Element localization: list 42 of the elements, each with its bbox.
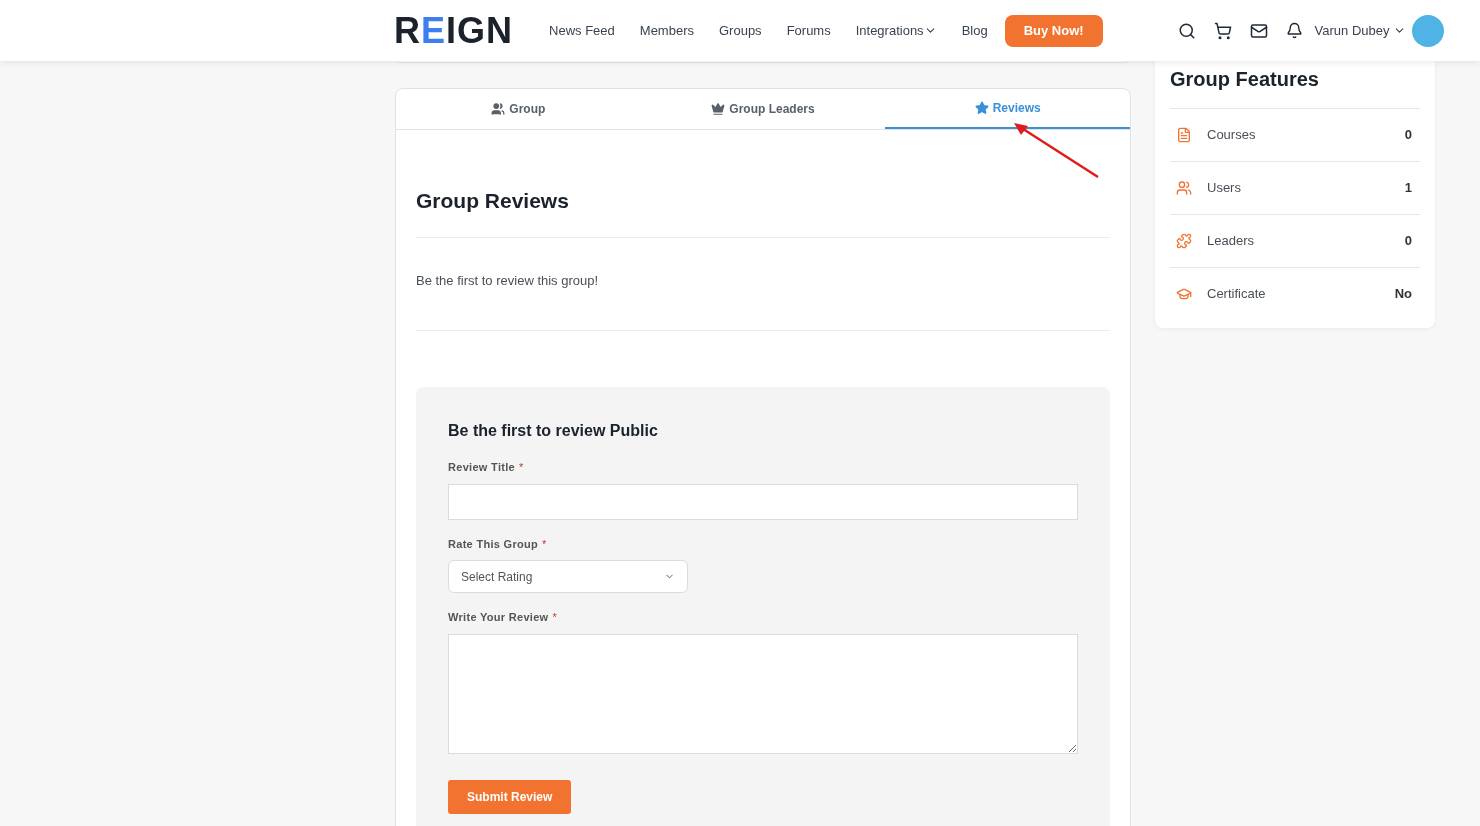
user-menu[interactable]: Varun Dubey (1314, 20, 1406, 41)
form-title: Be the first to review Public (448, 421, 659, 441)
nav-link[interactable]: Blog (961, 20, 988, 41)
input-field[interactable] (448, 483, 1078, 520)
graduation-cap-icon (1176, 286, 1192, 302)
rating-select[interactable]: Select Rating (448, 560, 688, 593)
crown-icon (711, 102, 726, 116)
nav-link[interactable]: Forums (786, 20, 831, 41)
feature-label: Users (1207, 179, 1241, 198)
feature-value: No (1394, 285, 1412, 304)
feature-label: Leaders (1207, 232, 1254, 251)
feature-label: Certificate (1207, 285, 1266, 304)
logo[interactable]: REIGN (394, 12, 514, 49)
required-mark: * (542, 536, 547, 552)
empty-message: Be the first to review this group! (416, 271, 600, 290)
nav-link[interactable]: Groups (719, 20, 762, 41)
textarea-field[interactable] (448, 633, 1078, 754)
nav-link[interactable]: News Feed (549, 20, 615, 41)
required-mark: * (519, 460, 524, 475)
field-label: Rate This Group (448, 536, 539, 552)
document-icon (1176, 127, 1192, 143)
feature-label: Courses (1207, 126, 1256, 145)
nav-link[interactable]: Members (639, 20, 694, 41)
users-icon (491, 102, 506, 116)
required-mark: * (552, 610, 557, 625)
section-title: Group Reviews (416, 188, 570, 214)
tab[interactable]: Group (396, 89, 641, 129)
cart-icon[interactable] (1213, 21, 1232, 40)
mail-icon[interactable] (1249, 21, 1268, 40)
puzzle-icon (1176, 233, 1192, 249)
feature-value: 0 (1404, 232, 1412, 251)
feature-value: 0 (1404, 126, 1412, 145)
tab[interactable]: Group Leaders (640, 89, 886, 129)
star-icon (974, 101, 989, 115)
bell-icon[interactable] (1285, 22, 1303, 39)
feature-value: 1 (1404, 179, 1412, 198)
field-label: Write Your Review (448, 610, 549, 625)
search-icon[interactable] (1177, 21, 1196, 40)
sidebar-title: Group Features (1170, 67, 1320, 92)
field-label: Review Title (448, 460, 515, 475)
users-icon (1176, 180, 1192, 196)
nav-link[interactable]: Integrations (855, 20, 937, 41)
